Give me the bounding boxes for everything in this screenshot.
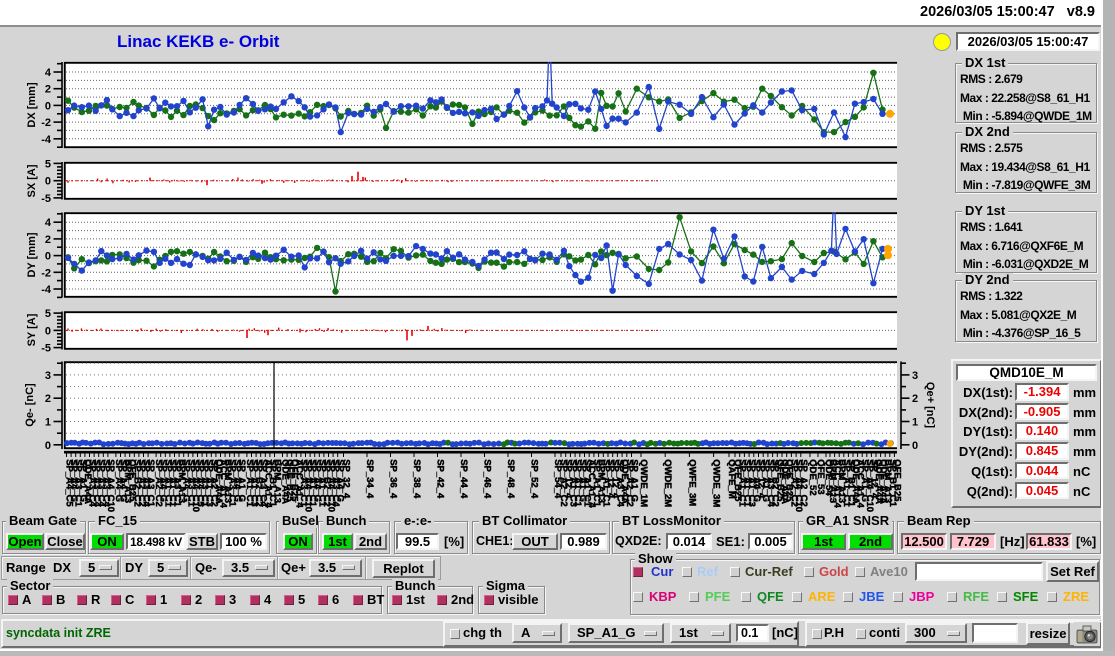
svg-text:SP_42_4: SP_42_4 (435, 459, 446, 499)
svg-text:SY [A]: SY [A] (26, 313, 38, 346)
svg-text:2: 2 (45, 234, 51, 246)
svg-text:-2: -2 (41, 267, 51, 279)
svg-text:-5: -5 (41, 343, 51, 355)
svg-text:3: 3 (45, 370, 51, 382)
svg-text:SP_36_4: SP_36_4 (388, 459, 399, 499)
svg-text:1: 1 (912, 417, 918, 429)
svg-text:SP_44_4: SP_44_4 (458, 459, 469, 499)
svg-text:0: 0 (45, 325, 51, 337)
svg-text:-4: -4 (41, 284, 52, 296)
svg-text:QWDE_3M: QWDE_3M (711, 459, 722, 507)
svg-text:SP_38_4: SP_38_4 (411, 459, 422, 499)
svg-text:4: 4 (45, 217, 52, 229)
svg-text:0: 0 (45, 176, 51, 188)
svg-text:0: 0 (45, 440, 51, 452)
svg-text:SP_34_4: SP_34_4 (364, 459, 375, 499)
svg-text:2: 2 (912, 393, 918, 405)
svg-text:1: 1 (45, 417, 51, 429)
svg-text:SP_A1_G: SP_A1_G (629, 459, 640, 502)
svg-text:-5: -5 (41, 193, 51, 205)
svg-text:SP_52_4: SP_52_4 (529, 459, 540, 499)
svg-text:-2: -2 (41, 117, 51, 129)
svg-text:QFE_B25: QFE_B25 (891, 459, 902, 502)
svg-text:QWDE_2M: QWDE_2M (662, 459, 673, 507)
svg-text:Qe+ [nC]: Qe+ [nC] (924, 382, 936, 428)
svg-text:SP_48_4: SP_48_4 (505, 459, 516, 499)
svg-text:SP_46_4: SP_46_4 (482, 459, 493, 499)
svg-text:2: 2 (45, 393, 51, 405)
svg-text:5: 5 (45, 158, 51, 170)
svg-text:SP_32_4: SP_32_4 (341, 459, 352, 499)
svg-text:2: 2 (45, 84, 51, 96)
svg-text:0: 0 (45, 251, 51, 263)
svg-text:QWDE_1M: QWDE_1M (638, 459, 649, 507)
svg-text:0: 0 (45, 100, 51, 112)
svg-text:5: 5 (45, 308, 51, 320)
svg-text:QWFE_3M: QWFE_3M (686, 459, 697, 506)
svg-text:4: 4 (45, 67, 52, 79)
svg-text:3: 3 (912, 370, 918, 382)
svg-text:SX [A]: SX [A] (26, 164, 38, 197)
svg-text:Qe- [nC]: Qe- [nC] (24, 383, 36, 427)
svg-text:DY [mm]: DY [mm] (26, 232, 38, 277)
svg-text:0: 0 (912, 440, 918, 452)
svg-text:-4: -4 (41, 134, 52, 146)
svg-text:DX [mm]: DX [mm] (26, 82, 38, 128)
